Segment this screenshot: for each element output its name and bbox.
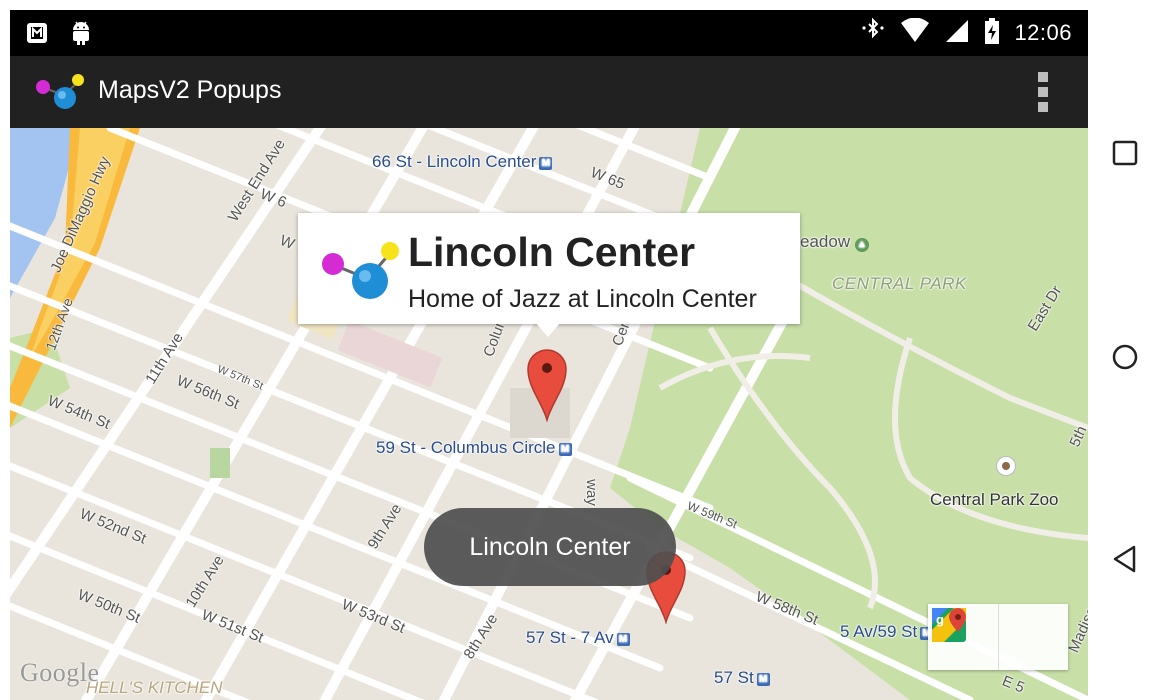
- android-icon: [70, 20, 92, 50]
- transit-label: 57 St M: [714, 668, 770, 688]
- map-marker-icon[interactable]: [526, 348, 568, 422]
- subway-icon: M: [539, 157, 553, 170]
- info-window-pointer: [536, 323, 560, 337]
- place-label: eadow ▲: [800, 232, 869, 252]
- wifi-icon: [900, 17, 930, 48]
- transit-label: 57 St - 7 Av M: [526, 628, 630, 648]
- place-label: Central Park Zoo: [930, 490, 1059, 509]
- recents-icon[interactable]: [1110, 138, 1140, 168]
- status-bar: 12:06: [10, 10, 1088, 56]
- map-view[interactable]: 66 St - Lincoln Center M 59 St - Columbus…: [10, 128, 1088, 700]
- back-icon[interactable]: [1110, 544, 1140, 574]
- tree-icon: ▲: [854, 238, 869, 252]
- bluetooth-icon: [860, 17, 886, 49]
- park-label: CENTRAL PARK: [832, 274, 967, 293]
- overflow-menu-icon[interactable]: [1038, 72, 1048, 112]
- device-screen: 12:06 MapsV2 Popups 66 St - Lincoln Cent…: [10, 10, 1088, 700]
- app-title: MapsV2 Popups: [98, 76, 282, 104]
- home-icon[interactable]: [1110, 342, 1140, 372]
- map-toolbar: g: [928, 604, 1068, 670]
- google-maps-icon[interactable]: g: [932, 604, 1069, 670]
- subway-icon: M: [616, 633, 630, 646]
- google-attribution: Google: [20, 658, 100, 687]
- marker-info-window[interactable]: Lincoln Center Home of Jazz at Lincoln C…: [298, 213, 800, 337]
- zoo-icon[interactable]: [996, 456, 1016, 476]
- app-logo-icon: [36, 74, 84, 109]
- info-window-title: Lincoln Center: [408, 229, 696, 275]
- svg-text:g: g: [936, 612, 944, 627]
- transit-label: 59 St - Columbus Circle M: [376, 438, 572, 458]
- app-logo-icon: [322, 242, 399, 299]
- navigation-bar: [1088, 0, 1158, 700]
- signal-icon: [944, 18, 970, 48]
- subway-icon: M: [558, 443, 572, 456]
- status-clock: 12:06: [1014, 20, 1072, 45]
- app-bar: MapsV2 Popups: [10, 56, 1088, 128]
- subway-icon: M: [756, 673, 770, 686]
- street-label: way: [582, 479, 600, 506]
- transit-label: 66 St - Lincoln Center M: [372, 152, 553, 172]
- neighborhood-label: HELL'S KITCHEN: [86, 678, 223, 697]
- toast-message: Lincoln Center: [424, 508, 676, 586]
- battery-charging-icon: [984, 17, 1000, 49]
- nfc-icon: [26, 21, 48, 49]
- transit-label: 5 Av/59 St M: [840, 622, 934, 642]
- info-window-snippet: Home of Jazz at Lincoln Center: [408, 285, 757, 313]
